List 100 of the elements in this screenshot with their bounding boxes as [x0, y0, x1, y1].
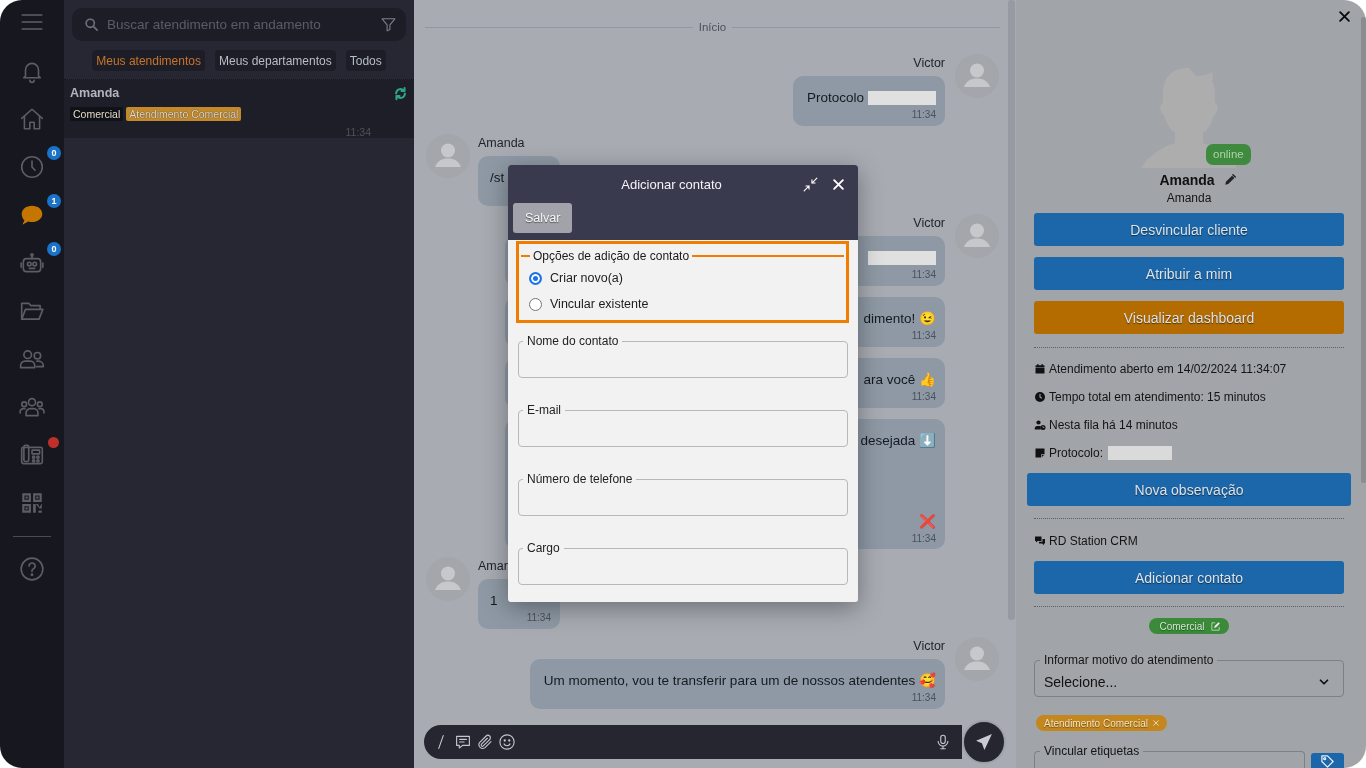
home-icon — [19, 106, 45, 132]
avatar-icon — [955, 214, 999, 258]
clock-icon — [1034, 391, 1046, 403]
field-label: Informar motivo do atendimento — [1043, 652, 1215, 668]
options-legend: Opções de adição de contato — [530, 249, 693, 263]
sidebar-item[interactable]: 1 — [0, 191, 64, 239]
input-field[interactable]: E-mail — [518, 402, 848, 447]
note-icon — [1034, 447, 1046, 459]
avatar-icon — [955, 637, 999, 681]
message-text: Um momento, vou te transferir para um de nossos atendentes 🥰 — [543, 671, 936, 690]
message-text: dimento! 😉 — [863, 310, 936, 328]
paper-plane-icon — [974, 732, 994, 752]
radio-button[interactable] — [529, 297, 542, 311]
search-bar[interactable]: Buscar atendimento em andamento — [72, 8, 406, 41]
field-label: Número de telefone — [526, 471, 634, 487]
clock-icon — [19, 154, 45, 180]
user-clock-icon — [1034, 419, 1046, 431]
search-field[interactable]: Buscar atendimento em andamento — [107, 14, 372, 35]
count-badge: 0 — [47, 242, 61, 256]
message-text: Protocolo — [806, 89, 864, 107]
calendar-icon — [1034, 363, 1046, 375]
message-text: ara você 👍 — [863, 371, 936, 389]
field-label: E-mail — [526, 402, 562, 418]
action-button[interactable]: Atribuir a mim — [1034, 257, 1344, 290]
paperclip-icon[interactable] — [476, 733, 494, 751]
sender-name: Victor — [913, 55, 945, 72]
message-time: 11:34 — [911, 391, 936, 403]
remove-icon[interactable] — [1151, 719, 1160, 727]
tag: Atendimento Comercial — [126, 107, 242, 121]
select-field[interactable]: Vincular etiquetas — [1034, 743, 1305, 768]
filter-tab[interactable]: Meus departamentos — [215, 50, 336, 71]
radio-option[interactable]: Vincular existente — [529, 291, 844, 317]
tag-icon — [1320, 754, 1335, 768]
help-icon — [19, 556, 45, 582]
input-field[interactable]: Número de telefone — [518, 471, 848, 516]
message-text: ❌ — [919, 513, 936, 531]
note-button[interactable]: Nova observação — [1027, 473, 1351, 506]
count-badge: 0 — [47, 146, 61, 160]
message-text: /st — [490, 169, 505, 187]
date-divider-label: Início — [698, 21, 727, 33]
message-text: 1 — [490, 592, 498, 610]
avatar-icon — [426, 557, 470, 601]
scrollbar[interactable] — [1361, 17, 1366, 483]
message-time: 11:34 — [526, 612, 551, 624]
input-field[interactable]: Nome do contato — [518, 333, 848, 378]
radio-option[interactable]: Criar novo(a) — [529, 265, 844, 291]
close-icon[interactable] — [831, 176, 846, 192]
pencil-icon[interactable] — [1222, 173, 1237, 187]
add-contact-button[interactable]: Adicionar contato — [1034, 561, 1344, 594]
field-label: Cargo — [526, 540, 561, 556]
filter-icon[interactable] — [380, 16, 397, 33]
avatar-icon — [426, 134, 470, 178]
sender-name: Victor — [913, 215, 945, 232]
input-field[interactable]: Cargo — [518, 540, 848, 585]
message-text: desejada ⬇ — [860, 432, 936, 450]
refresh-icon — [393, 85, 408, 101]
sender-name: Amar — [478, 558, 508, 575]
sidebar-item[interactable]: 0 — [0, 143, 64, 191]
tag-label: Comercial — [1159, 620, 1205, 632]
tag-label: Atendimento Comercial — [1044, 717, 1148, 729]
detail-text: Protocolo: — [1049, 446, 1104, 460]
select-field[interactable]: Informar motivo do atendimento Selecione... — [1034, 652, 1344, 697]
filter-tab[interactable]: Todos — [345, 50, 386, 71]
message-icon[interactable] — [454, 733, 472, 751]
contact-subtitle: Amanda — [1165, 190, 1213, 206]
message-time: 11:34 — [911, 692, 936, 704]
sidebar-item[interactable]: 0 — [0, 239, 64, 287]
contact-name: Amanda — [1159, 172, 1215, 188]
filter-tab[interactable]: Meus atendimentos — [92, 50, 205, 71]
integration-title: RD Station CRM — [1049, 534, 1138, 548]
sender-name: Amanda — [478, 135, 525, 152]
send-button[interactable] — [962, 720, 1006, 764]
smiley-icon[interactable] — [498, 733, 516, 751]
avatar-icon — [955, 54, 999, 98]
detail-text: Tempo total em atendimento: 15 minutos — [1049, 390, 1266, 404]
message-time: 11:34 — [911, 330, 936, 342]
qr-code-icon — [19, 490, 45, 516]
close-icon[interactable] — [1337, 8, 1352, 24]
status-badge: online — [1206, 144, 1251, 165]
message-input[interactable] — [424, 725, 962, 759]
edit-icon[interactable] — [1209, 620, 1221, 632]
tag-button[interactable] — [1311, 753, 1344, 768]
chat-bubbles-icon — [1034, 535, 1046, 547]
contact-name: Amanda — [70, 85, 120, 102]
count-badge: 1 — [47, 194, 61, 208]
action-button[interactable]: Desvincular cliente — [1034, 213, 1344, 246]
detail-text: Atendimento aberto em 14/02/2024 11:34:07 — [1049, 362, 1287, 376]
radio-button[interactable] — [529, 271, 542, 285]
message-time: 11:34 — [911, 109, 936, 121]
detail-text: Nesta fila há 14 minutos — [1049, 418, 1178, 432]
sender-name: Victor — [913, 638, 945, 655]
dialog-title: Adicionar contato — [620, 176, 723, 192]
message-time: 11:34 — [911, 269, 936, 281]
compress-arrows-icon[interactable] — [802, 175, 819, 193]
tag: Comercial — [70, 107, 124, 121]
field-label: Nome do contato — [526, 333, 620, 349]
search-icon — [84, 17, 99, 32]
field-label: Vincular etiquetas — [1043, 743, 1141, 759]
message-time: 11:34 — [911, 533, 936, 545]
select-value: Selecione... — [1044, 674, 1118, 690]
